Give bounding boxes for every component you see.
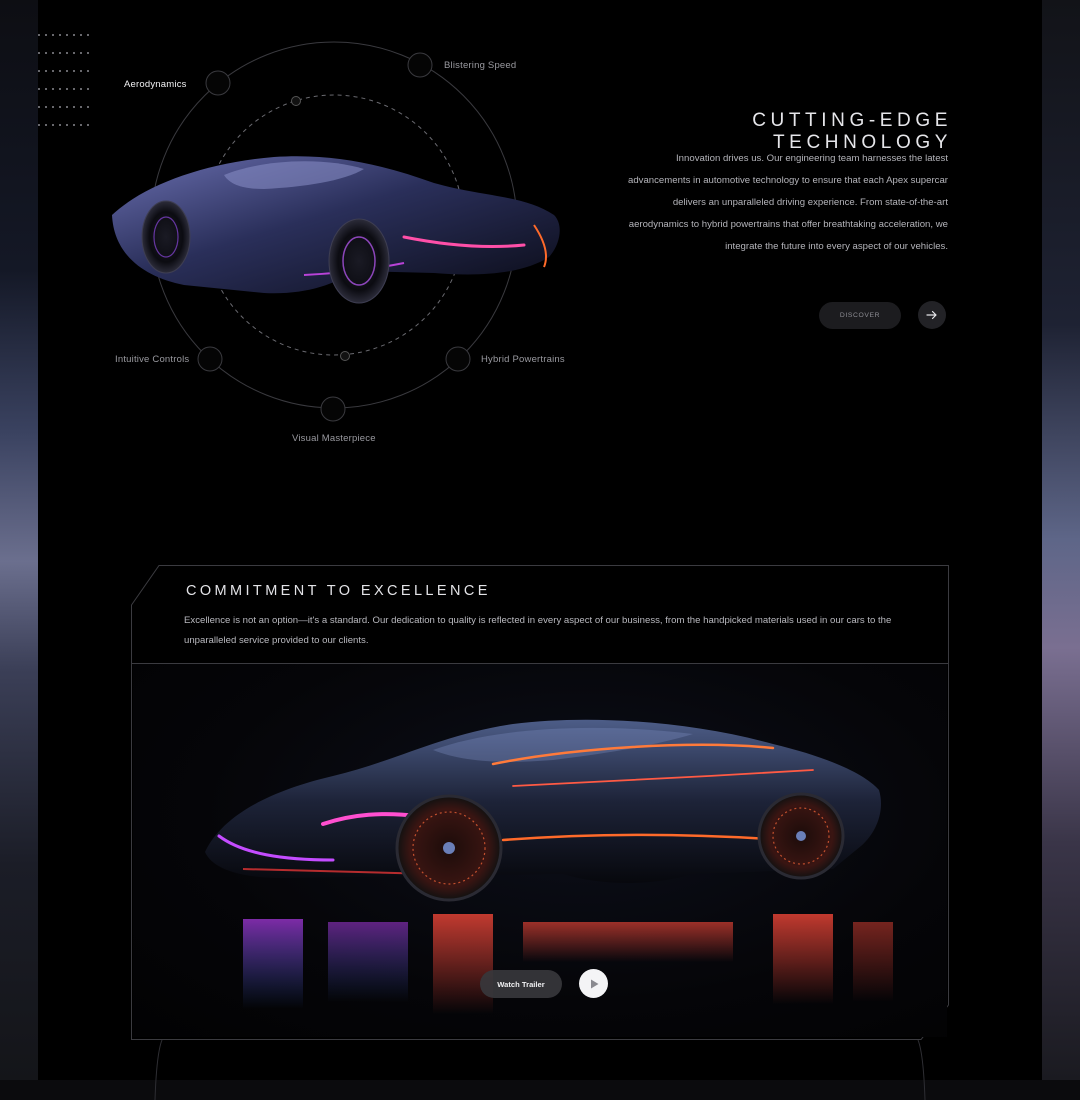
left-background-strip [0,0,38,1080]
excellence-description: Excellence is not an option—it's a stand… [184,615,892,646]
right-background-strip [1042,0,1080,1080]
orbit-dot-top [291,96,301,106]
discover-button[interactable]: DISCOVER [819,302,901,329]
watch-trailer-button[interactable]: Watch Trailer [480,970,562,998]
discover-arrow-button[interactable] [918,301,946,329]
bottom-arc-decoration [154,1040,926,1100]
excellence-heading: COMMITMENT TO EXCELLENCE [186,583,491,599]
play-icon [590,979,598,988]
feature-diagram: Aerodynamics Blistering Speed Intuitive … [38,0,638,460]
technology-description: Innovation drives us. Our engineering te… [628,153,948,252]
feature-label-aerodynamics[interactable]: Aerodynamics [124,79,187,90]
play-button[interactable] [579,969,608,998]
feature-label-blistering-speed[interactable]: Blistering Speed [444,60,516,71]
page-canvas: Aerodynamics Blistering Speed Intuitive … [38,0,1042,1100]
feature-label-intuitive-controls[interactable]: Intuitive Controls [115,354,189,365]
arrow-right-icon [926,310,937,320]
orbit-dot-bottom [340,351,350,361]
feature-label-hybrid-powertrains[interactable]: Hybrid Powertrains [481,354,565,365]
feature-label-visual-masterpiece[interactable]: Visual Masterpiece [292,433,376,444]
supercar-front-image [112,156,560,304]
